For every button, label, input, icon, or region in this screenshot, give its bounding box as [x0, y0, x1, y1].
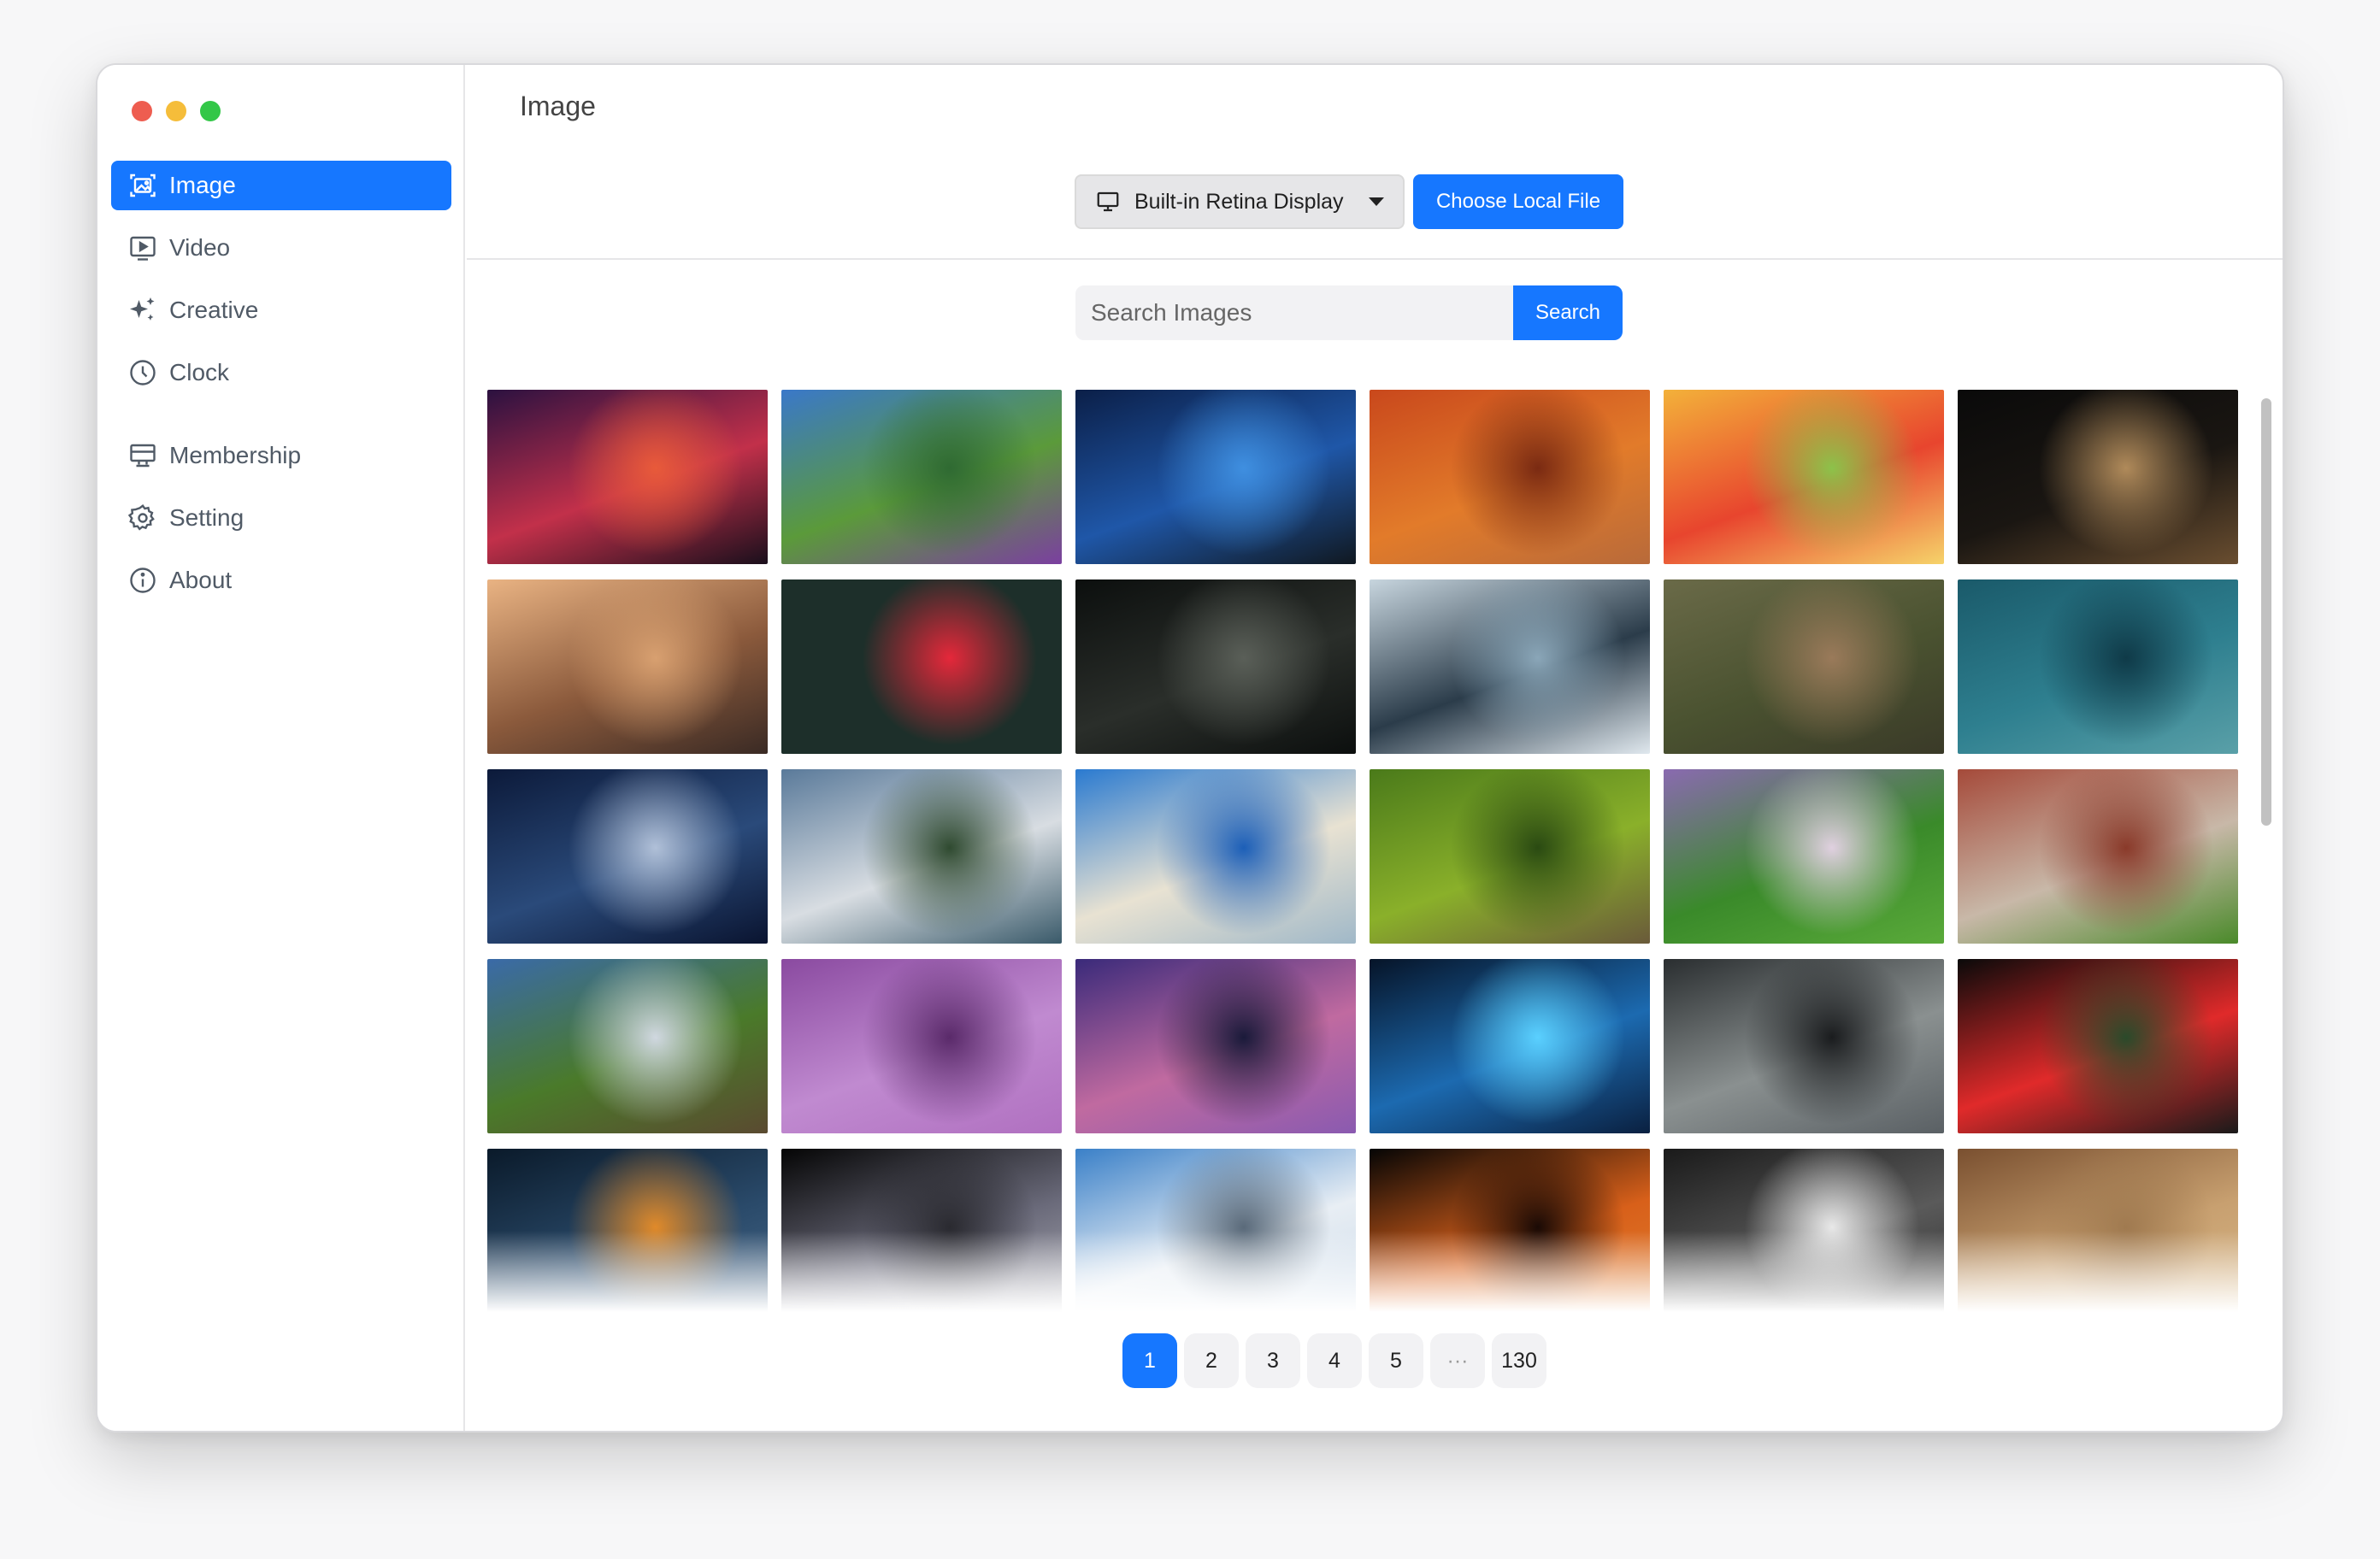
image-thumbnail[interactable]: [1664, 959, 1944, 1133]
sidebar-item-label: Image: [169, 172, 236, 198]
image-thumbnail[interactable]: [487, 390, 768, 564]
search-bar: Search: [441, 285, 2257, 340]
monitor-icon: [1097, 191, 1119, 212]
page-button[interactable]: 4: [1307, 1333, 1362, 1388]
image-thumbnail[interactable]: [1958, 769, 2238, 944]
close-window-button[interactable]: [132, 101, 152, 121]
gallery-scrollbar[interactable]: [2257, 390, 2276, 1308]
sidebar-item-label: About: [169, 567, 233, 593]
image-thumbnail[interactable]: [487, 579, 768, 754]
sidebar-item-membership[interactable]: Membership: [111, 431, 451, 480]
image-thumbnail[interactable]: [1075, 390, 1356, 564]
main-content: Image Built-in Retina Display Choose Loc…: [467, 65, 2283, 1431]
image-thumbnail[interactable]: [487, 769, 768, 944]
pagination-ellipsis[interactable]: ···: [1430, 1333, 1485, 1388]
image-icon: [127, 169, 159, 202]
page-button[interactable]: 1: [1122, 1333, 1177, 1388]
search-input[interactable]: [1075, 285, 1513, 340]
toolbar: Built-in Retina Display Choose Local Fil…: [441, 174, 2257, 229]
membership-icon: [127, 439, 159, 472]
image-thumbnail[interactable]: [1664, 579, 1944, 754]
info-icon: [127, 564, 159, 597]
sidebar-item-label: Video: [169, 234, 231, 261]
pagination: 1 2 3 4 5 ··· 130: [427, 1333, 2242, 1388]
page-button[interactable]: 130: [1492, 1333, 1546, 1388]
image-thumbnail[interactable]: [1664, 769, 1944, 944]
sidebar-item-label: Membership: [169, 442, 302, 468]
zoom-window-button[interactable]: [200, 101, 221, 121]
image-thumbnail[interactable]: [1075, 769, 1356, 944]
sidebar-item-video[interactable]: Video: [111, 223, 451, 273]
image-thumbnail[interactable]: [1958, 959, 2238, 1133]
scrollbar-thumb[interactable]: [2261, 398, 2271, 826]
display-select[interactable]: Built-in Retina Display: [1075, 174, 1405, 229]
caret-down-icon: [1369, 197, 1384, 206]
image-thumbnail[interactable]: [1370, 769, 1650, 944]
gear-icon: [127, 502, 159, 534]
image-thumbnail[interactable]: [1370, 390, 1650, 564]
page-button[interactable]: 5: [1369, 1333, 1423, 1388]
page-button[interactable]: 2: [1184, 1333, 1239, 1388]
image-thumbnail[interactable]: [1075, 579, 1356, 754]
sidebar: Image Video Creative Clock Membership Se…: [97, 65, 465, 1431]
display-select-value: Built-in Retina Display: [1134, 189, 1344, 214]
clock-icon: [127, 356, 159, 389]
sidebar-item-creative[interactable]: Creative: [111, 285, 451, 335]
image-thumbnail[interactable]: [781, 959, 1062, 1133]
sidebar-item-label: Clock: [169, 359, 230, 385]
image-thumbnail[interactable]: [1664, 390, 1944, 564]
image-thumbnail[interactable]: [487, 959, 768, 1133]
image-thumbnail[interactable]: [781, 390, 1062, 564]
sidebar-item-clock[interactable]: Clock: [111, 348, 451, 397]
sidebar-nav: Image Video Creative Clock Membership Se…: [111, 161, 451, 618]
sidebar-item-about[interactable]: About: [111, 556, 451, 605]
image-thumbnail[interactable]: [1958, 390, 2238, 564]
minimize-window-button[interactable]: [166, 101, 186, 121]
image-thumbnail[interactable]: [1370, 959, 1650, 1133]
search-button[interactable]: Search: [1513, 285, 1623, 340]
image-thumbnail[interactable]: [1958, 579, 2238, 754]
app-window: Image Video Creative Clock Membership Se…: [96, 63, 2284, 1433]
divider: [467, 258, 2283, 260]
choose-local-file-button[interactable]: Choose Local File: [1413, 174, 1623, 229]
sparkle-icon: [127, 294, 159, 327]
image-thumbnail[interactable]: [1370, 579, 1650, 754]
sidebar-item-label: Setting: [169, 504, 244, 531]
sidebar-item-label: Creative: [169, 297, 259, 323]
image-thumbnail[interactable]: [781, 769, 1062, 944]
sidebar-item-image[interactable]: Image: [111, 161, 451, 210]
image-gallery: [487, 390, 2248, 1316]
window-controls: [132, 101, 221, 121]
video-icon: [127, 232, 159, 264]
image-grid: [487, 390, 2248, 1316]
page-title: Image: [520, 91, 596, 121]
gallery-fade: [487, 1231, 2248, 1316]
image-thumbnail[interactable]: [781, 579, 1062, 754]
image-thumbnail[interactable]: [1075, 959, 1356, 1133]
page-button[interactable]: 3: [1246, 1333, 1300, 1388]
sidebar-item-setting[interactable]: Setting: [111, 493, 451, 543]
